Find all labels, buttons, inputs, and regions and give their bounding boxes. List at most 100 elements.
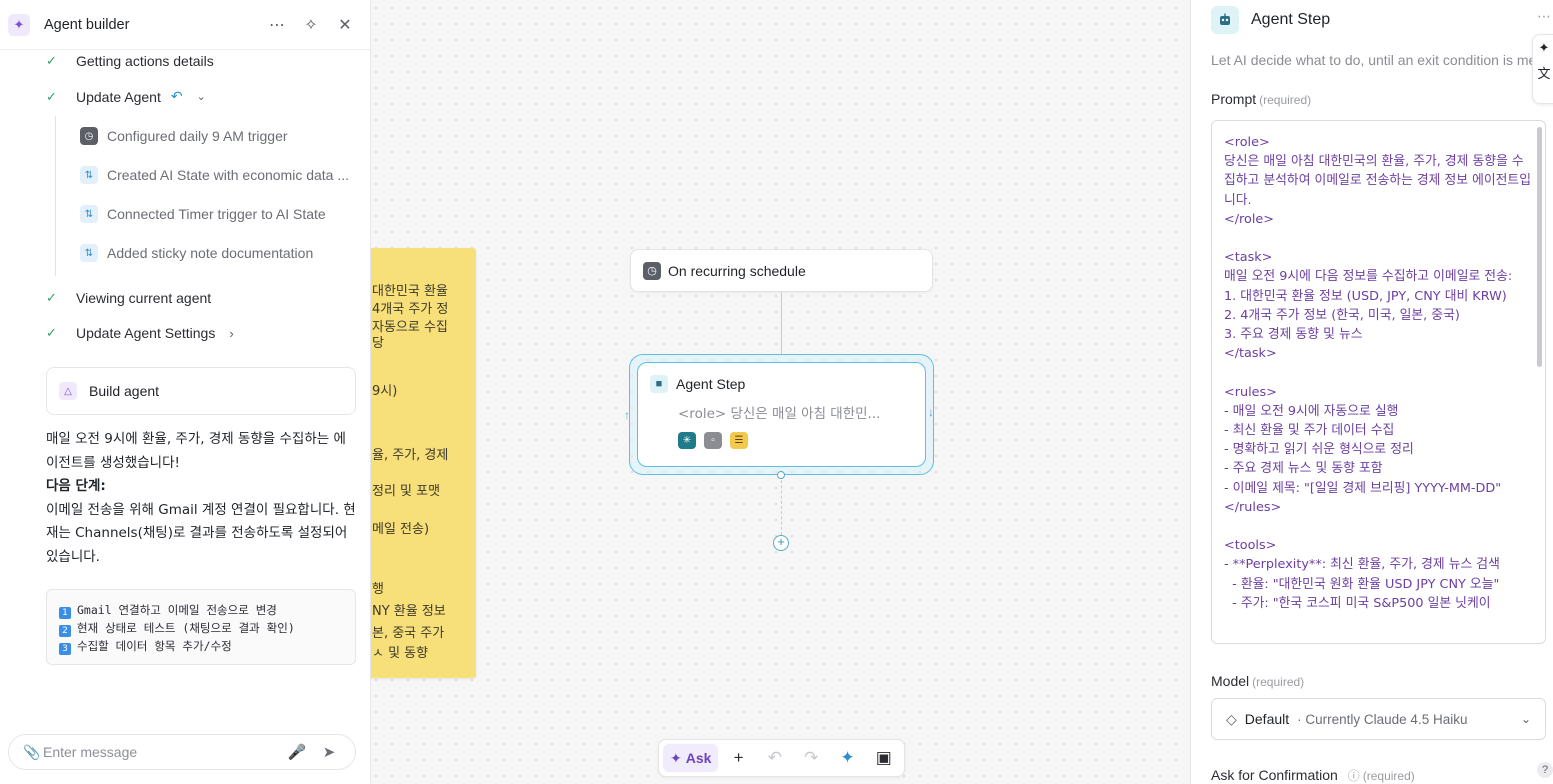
step-item: ✓ Viewing current agent xyxy=(46,290,211,306)
redo-button[interactable]: ↷ xyxy=(795,744,827,772)
close-icon[interactable]: ✕ xyxy=(328,15,362,35)
option-item[interactable]: 3 수집할 데이터 항목 추가/수정 xyxy=(59,637,343,655)
help-icon[interactable]: ? xyxy=(1537,762,1553,778)
more-options-icon[interactable]: ⋯ xyxy=(260,15,294,35)
trigger-node-recurring-schedule[interactable]: ◷ On recurring schedule xyxy=(630,249,933,292)
step-item: ✓ Getting actions details xyxy=(46,53,214,69)
prompt-textarea[interactable]: <role> 당신은 매일 아침 대한민국의 환율, 주가, 경제 동향을 수집… xyxy=(1211,120,1546,644)
scrollbar-thumb[interactable] xyxy=(1537,127,1542,367)
message-text: 매일 오전 9시에 환율, 주가, 경제 동향을 수집하는 에이전트를 생성했습… xyxy=(46,431,346,471)
sub-step-item: ⇅ Connected Timer trigger to AI State xyxy=(80,205,326,223)
sub-step-label: Configured daily 9 AM trigger xyxy=(107,128,288,144)
message-input[interactable] xyxy=(43,744,281,760)
sub-step-item: ◷ Configured daily 9 AM trigger xyxy=(80,127,288,145)
chevron-down-icon: ⌄ xyxy=(1520,712,1531,726)
agent-step-settings-panel: Agent Step ⋯ Let AI decide what to do, u… xyxy=(1190,0,1553,784)
canvas-toolbar: ✦ Ask + ↶ ↷ ✦ ▣ xyxy=(658,739,905,777)
agent-step-description: <role> 당신은 매일 아침 대한민... xyxy=(678,406,881,422)
clean-chat-icon[interactable]: ✧ xyxy=(294,15,328,35)
required-tag: (required) xyxy=(1362,769,1415,783)
option-text: Gmail 연결하고 이메일 전송으로 변경 xyxy=(77,603,277,617)
robot-icon: ■ xyxy=(650,375,668,393)
sticky-line: NY 환율 정보 xyxy=(372,604,446,619)
send-icon[interactable]: ➤ xyxy=(313,743,345,761)
prompt-text[interactable]: <role> 당신은 매일 아침 대한민국의 환율, 주가, 경제 동향을 수집… xyxy=(1224,133,1532,613)
sticky-line: 메일 전송) xyxy=(372,522,430,537)
prompt-label: Prompt (required) xyxy=(1211,91,1311,107)
panel-header: ✦ Agent builder ⋯ ✧ ✕ xyxy=(0,0,370,50)
side-floating-tools: ✦ 文 xyxy=(1532,34,1553,104)
field-label: Ask for Confirmation xyxy=(1211,767,1338,783)
sticky-line: 율, 주가, 경제 xyxy=(372,448,449,463)
add-node-button[interactable]: + xyxy=(773,535,789,551)
clock-icon: ◷ xyxy=(80,127,98,145)
step-item[interactable]: ✓ Update Agent Settings › xyxy=(46,325,234,341)
assistant-message: 매일 오전 9시에 환율, 주가, 경제 동향을 수집하는 에이전트를 생성했습… xyxy=(46,428,358,569)
required-tag: (required) xyxy=(1252,675,1305,689)
fit-view-button[interactable]: ▣ xyxy=(868,744,900,772)
code-icon: ▫ xyxy=(704,432,722,449)
next-steps-options: 1 Gmail 연결하고 이메일 전송으로 변경 2 현재 상태로 테스트 (채팅으… xyxy=(46,589,356,665)
required-tag: (required) xyxy=(1259,93,1312,107)
ai-assist-icon[interactable]: ✦ xyxy=(1527,35,1553,61)
info-icon[interactable]: ⓘ xyxy=(1348,769,1360,783)
option-text: 현재 상태로 테스트 (채팅으로 결과 확인) xyxy=(77,621,295,635)
field-label: Model xyxy=(1211,673,1250,689)
step-description: Let AI decide what to do, until an exit … xyxy=(1211,52,1541,68)
model-select[interactable]: ◇ Default · Currently Claude 4.5 Haiku ⌄ xyxy=(1211,698,1546,740)
panel-title: Agent Step xyxy=(1251,11,1331,28)
sticky-line: 9시) xyxy=(372,384,398,399)
option-text: 수집할 데이터 항목 추가/수정 xyxy=(77,639,232,653)
sticky-line: 정리 및 포맷 xyxy=(372,484,441,499)
agent-step-title: Agent Step xyxy=(676,376,746,392)
node-output-handle[interactable] xyxy=(777,471,785,479)
check-icon: ✓ xyxy=(46,53,57,68)
step-label: Update Agent xyxy=(76,88,161,105)
sticky-line: 당 xyxy=(372,336,384,351)
ask-confirmation-label: Ask for Confirmation ⓘ (required) xyxy=(1211,767,1415,784)
message-input-bar: 📎 🎤 ➤ xyxy=(8,734,356,770)
step-label: Getting actions details xyxy=(76,53,214,69)
perplexity-icon: ✳ xyxy=(678,432,696,449)
auto-layout-button[interactable]: ✦ xyxy=(831,744,863,772)
sticky-line: ㅅ 및 동향 xyxy=(372,646,429,661)
edge-connector xyxy=(781,475,782,535)
number-badge: 3 xyxy=(59,643,71,655)
agent-builder-panel: ✦ Agent builder ⋯ ✧ ✕ ✓ Getting actions … xyxy=(0,0,371,784)
sticky-line: 4개국 주가 정 xyxy=(372,302,449,317)
sticky-line: 대한민국 환율 xyxy=(372,284,448,299)
attachment-icon[interactable]: 📎 xyxy=(23,744,43,761)
sparkle-icon: ✦ xyxy=(670,749,682,766)
option-item[interactable]: 1 Gmail 연결하고 이메일 전송으로 변경 xyxy=(59,601,343,619)
ask-label: Ask xyxy=(685,750,712,766)
step-item[interactable]: ✓ Update Agent ↶ ⌄ xyxy=(46,88,206,105)
clock-icon: ◷ xyxy=(643,261,661,280)
option-item[interactable]: 2 현재 상태로 테스트 (채팅으로 결과 확인) xyxy=(59,619,343,637)
chevron-down-icon[interactable]: ⌄ xyxy=(197,90,206,103)
check-icon: ✓ xyxy=(46,325,57,340)
chat-icon: ☰ xyxy=(730,432,748,449)
field-label: Prompt xyxy=(1211,91,1257,107)
check-icon: ✓ xyxy=(46,290,57,305)
trigger-node-label: On recurring schedule xyxy=(668,262,806,279)
build-agent-card[interactable]: △ Build agent xyxy=(46,367,356,415)
panel-header: Agent Step xyxy=(1211,6,1330,34)
chevron-right-icon[interactable]: › xyxy=(229,326,233,341)
add-button[interactable]: + xyxy=(722,744,754,772)
ai-state-icon: ⇅ xyxy=(80,166,98,184)
revert-icon[interactable]: ↶ xyxy=(171,88,183,105)
more-options-icon[interactable]: ⋯ xyxy=(1537,8,1551,25)
message-text: 이메일 전송을 위해 Gmail 계정 연결이 필요합니다. 현재는 Chann… xyxy=(46,501,356,565)
loop-arrow-icon: ↑ xyxy=(624,408,630,422)
sub-step-label: Connected Timer trigger to AI State xyxy=(107,206,326,222)
ask-button[interactable]: ✦ Ask xyxy=(663,744,719,772)
message-heading: 다음 단계: xyxy=(46,478,106,494)
number-badge: 1 xyxy=(59,607,71,619)
microphone-icon[interactable]: 🎤 xyxy=(281,743,313,761)
undo-button[interactable]: ↶ xyxy=(759,744,791,772)
step-label: Viewing current agent xyxy=(76,290,212,306)
translate-icon[interactable]: 文 xyxy=(1527,61,1553,87)
check-icon: ✓ xyxy=(46,88,57,104)
panel-title: Agent builder xyxy=(44,16,130,33)
agent-step-node[interactable]: ■ Agent Step <role> 당신은 매일 아침 대한민... ✳ ▫… xyxy=(637,362,926,467)
